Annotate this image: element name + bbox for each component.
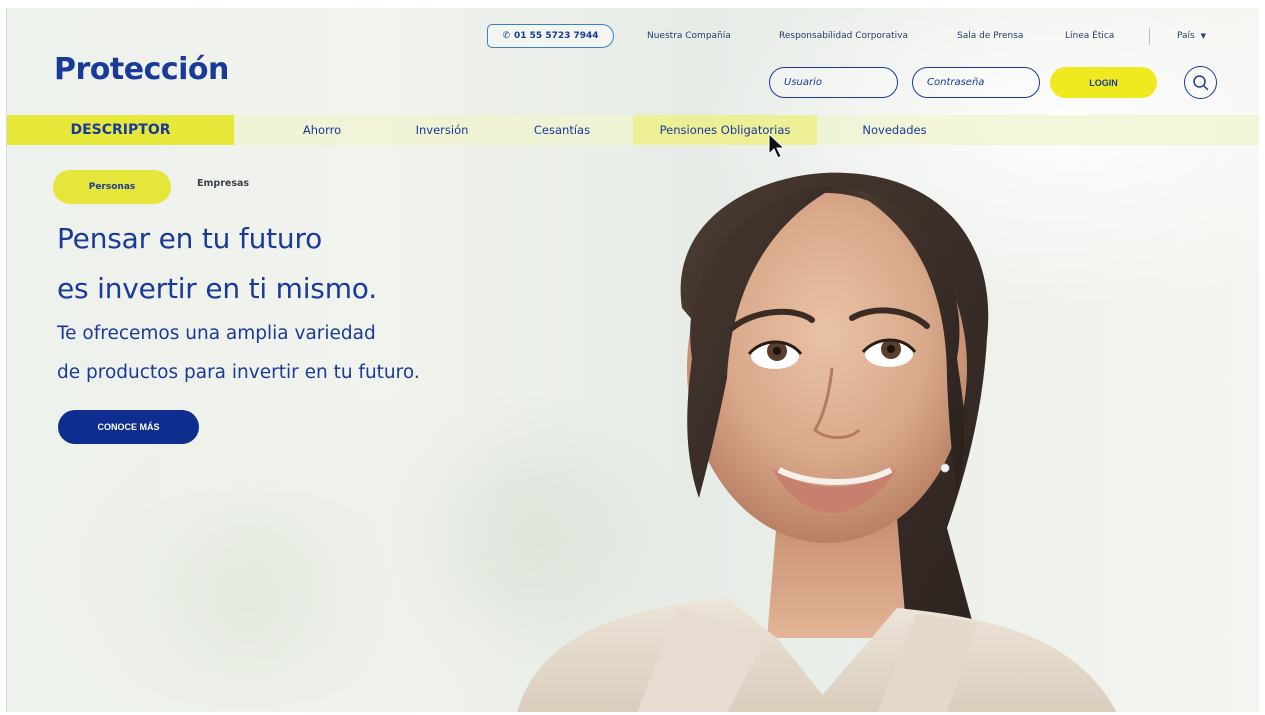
page-frame: Protección ✆ 01 55 5723 7944 Nuestra Com…	[6, 8, 1259, 712]
header-divider	[1149, 28, 1150, 45]
nav-item-cesantias[interactable]: Cesantías	[522, 115, 602, 145]
search-button[interactable]	[1184, 66, 1217, 99]
top-link-responsabilidad-corporativa[interactable]: Responsabilidad Corporativa	[779, 31, 908, 41]
mouse-cursor-icon	[768, 132, 786, 159]
hero-title-line-1: Pensar en tu futuro	[57, 222, 323, 255]
search-icon	[1192, 74, 1208, 90]
nav-descriptor[interactable]: DESCRIPTOR	[7, 115, 234, 145]
nav-item-ahorro[interactable]: Ahorro	[287, 115, 357, 145]
nav-item-inversion[interactable]: Inversión	[402, 115, 482, 145]
background-blur	[67, 488, 427, 708]
username-input[interactable]	[784, 77, 897, 88]
brand-logo[interactable]: Protección	[54, 52, 229, 87]
password-input[interactable]	[927, 77, 1039, 88]
top-link-linea-etica[interactable]: Línea Ética	[1065, 31, 1114, 41]
segment-personas[interactable]: Personas	[53, 170, 171, 204]
hero-subtitle-line-1: Te ofrecemos una amplia variedad	[57, 323, 376, 344]
top-link-nuestra-compania[interactable]: Nuestra Compañía	[647, 31, 731, 41]
phone-number: 01 55 5723 7944	[514, 31, 599, 41]
username-field[interactable]	[769, 67, 898, 98]
country-label: País	[1177, 31, 1195, 41]
country-selector[interactable]: País ▼	[1177, 31, 1206, 41]
login-button[interactable]: LOGIN	[1050, 67, 1157, 98]
nav-item-pensiones-obligatorias[interactable]: Pensiones Obligatorias	[633, 115, 817, 145]
phone-number-link[interactable]: ✆ 01 55 5723 7944	[487, 24, 614, 48]
phone-icon: ✆	[502, 31, 510, 41]
nav-item-novedades[interactable]: Novedades	[852, 115, 937, 145]
hero-subtitle-line-2: de productos para invertir en tu futuro.	[57, 362, 420, 383]
password-field[interactable]	[912, 67, 1040, 98]
hero-title-line-2: es invertir en ti mismo.	[57, 272, 377, 305]
conoce-mas-button[interactable]: CONOCE MÁS	[58, 410, 199, 444]
top-link-sala-de-prensa[interactable]: Sala de Prensa	[957, 31, 1023, 41]
chevron-down-icon: ▼	[1200, 32, 1206, 40]
hero-image-woman	[517, 172, 1117, 712]
segment-empresas[interactable]: Empresas	[197, 178, 249, 189]
